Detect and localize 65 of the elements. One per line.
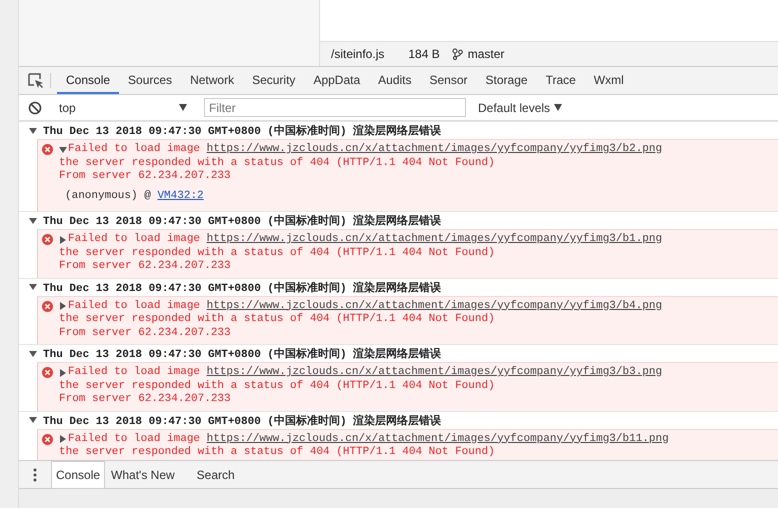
log-levels-dropdown[interactable]: Default levels [472, 100, 568, 116]
error-icon [42, 300, 53, 312]
collapsed-caret-icon[interactable] [59, 368, 67, 377]
error-text: the server responded with a status of 404 (HTTP/1.1 404 Not Found) [59, 246, 496, 260]
panel-tab[interactable]: Storage [476, 67, 537, 94]
filter-field[interactable]: Filter [204, 98, 466, 117]
panel-tab[interactable]: AppData [304, 67, 370, 94]
panel-tab[interactable]: Sources [119, 67, 182, 94]
panel-tab[interactable]: Wxml [584, 67, 633, 94]
collapsed-caret-icon[interactable] [59, 236, 67, 244]
panel-tab[interactable]: Trace [536, 67, 585, 94]
error-url-link[interactable]: https://www.jzclouds.cn/x/attachment/images/yyfcompany/yyfimg3/b1.png [206, 233, 662, 246]
error-url-link[interactable]: https://www.jzclouds.cn/x/attachment/images/yyfcompany/yyfimg3/b4.png [206, 300, 662, 313]
error-text: Failed to load image [68, 233, 200, 246]
more-options-icon[interactable] [33, 468, 37, 482]
error-text: Failed to load image [68, 432, 200, 446]
panel-tab[interactable]: Security [243, 67, 304, 94]
group-title: Thu Dec 13 2018 09:47:30 GMT+0800 (中国标准时间) 渲染层网络层错误 [43, 346, 442, 361]
expanded-caret-icon[interactable] [29, 350, 37, 358]
expanded-caret-icon[interactable] [29, 283, 37, 291]
error-text: the server responded with a status of 404 (HTTP/1.1 404 Not Found) [59, 380, 496, 393]
panel-tab[interactable]: Network [181, 67, 244, 94]
expanded-caret-icon[interactable] [59, 146, 67, 154]
error-icon [42, 367, 53, 378]
group-title: Thu Dec 13 2018 09:47:30 GMT+0800 (中国标准时间) 渲染层网络层错误 [43, 280, 442, 294]
error-text: Failed to load image [68, 366, 200, 380]
error-text: the server responded with a status of 404 (HTTP/1.1 404 Not Found) [59, 313, 496, 326]
panel-tab[interactable]: Sensor [420, 67, 477, 94]
group-title: Thu Dec 13 2018 09:47:30 GMT+0800 (中国标准时间) 渲染层网络层错误 [43, 124, 442, 138]
error-text: the server responded with a status of 404 (HTTP/1.1 404 Not Found) [59, 446, 496, 460]
error-text: From server 62.234.207.233 [59, 326, 232, 340]
expanded-caret-icon[interactable] [29, 126, 37, 134]
error-text: From server 62.234.207.233 [59, 393, 232, 406]
drawer-tab[interactable]: Console [51, 461, 106, 488]
dropdown-caret-icon [554, 104, 562, 111]
panel-tab[interactable]: Audits [369, 67, 420, 94]
expanded-caret-icon[interactable] [29, 416, 37, 424]
error-url-link[interactable]: https://www.jzclouds.cn/x/attachment/images/yyfcompany/yyfimg3/b2.png [206, 143, 662, 156]
source-link[interactable]: VM432:2 [157, 190, 204, 202]
error-url-link[interactable]: https://www.jzclouds.cn/x/attachment/images/yyfcompany/yyfimg3/b3.png [206, 366, 662, 380]
stack-frame: (anonymous) @ [65, 190, 151, 202]
error-text: Failed to load image [68, 143, 200, 156]
group-title: Thu Dec 13 2018 09:47:30 GMT+0800 (中国标准时间) 渲染层网络层错误 [43, 414, 442, 428]
error-url-link[interactable]: https://www.jzclouds.cn/x/attachment/images/yyfcompany/yyfimg3/b11.png [206, 432, 669, 446]
drawer-tab[interactable]: Search [192, 461, 239, 488]
error-icon [42, 434, 53, 444]
collapsed-caret-icon[interactable] [59, 435, 67, 444]
error-icon [42, 234, 53, 245]
file-size: 184 B [408, 47, 440, 61]
error-text: From server 62.234.207.233 [59, 170, 232, 184]
file-path: /siteinfo.js [331, 47, 384, 61]
branch-name: master [468, 47, 504, 61]
clear-console-icon[interactable] [28, 100, 42, 114]
context-dropdown[interactable]: top [55, 100, 191, 114]
group-title: Thu Dec 13 2018 09:47:30 GMT+0800 (中国标准时间) 渲染层网络层错误 [43, 214, 442, 228]
branch-icon [452, 48, 463, 60]
collapsed-caret-icon[interactable] [59, 302, 67, 310]
error-text: From server 62.234.207.233 [59, 260, 232, 274]
error-text: the server responded with a status of 404 (HTTP/1.1 404 Not Found) [59, 156, 496, 170]
drawer-tab[interactable]: What's New [107, 461, 179, 488]
inspect-element-icon[interactable] [28, 72, 44, 88]
dropdown-caret-icon [179, 104, 187, 111]
error-text: Failed to load image [68, 300, 200, 313]
error-icon [42, 144, 53, 155]
expanded-caret-icon[interactable] [29, 216, 37, 224]
